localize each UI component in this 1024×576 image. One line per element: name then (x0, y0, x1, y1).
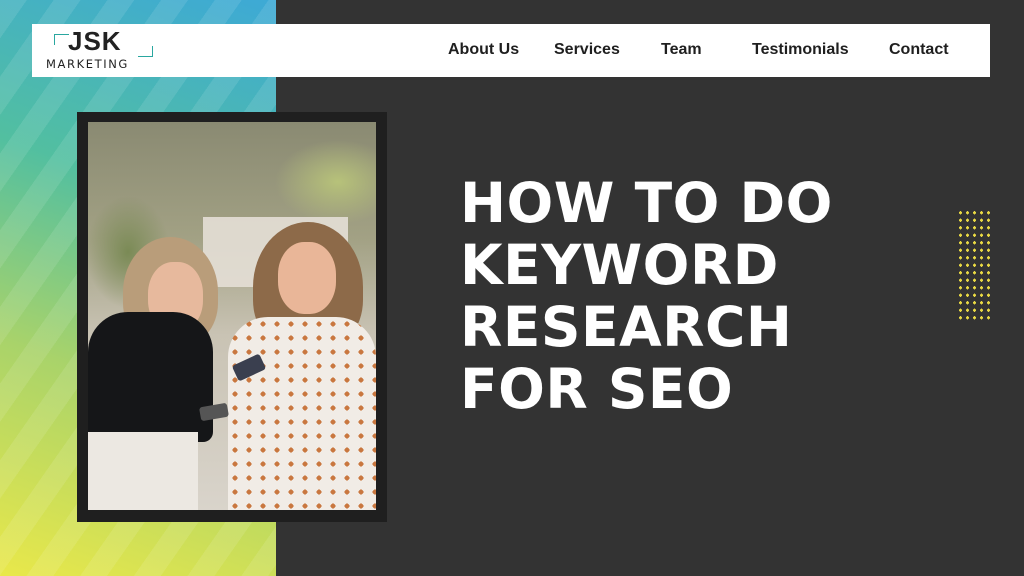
headline-line-1: HOW TO DO (460, 171, 833, 235)
nav-about-us[interactable]: About Us (448, 41, 519, 59)
hero-photo-two-women-with-phones (88, 122, 376, 510)
hero-headline: HOW TO DO KEYWORD RESEARCH FOR SEO (460, 172, 880, 420)
nav-testimonials[interactable]: Testimonials (752, 41, 849, 59)
nav-services[interactable]: Services (554, 41, 620, 59)
photo-person-right-face (278, 242, 336, 314)
top-navigation-bar: JSK MARKETING About Us Services Team Tes… (32, 24, 990, 77)
photo-person-right-dress (228, 317, 376, 510)
headline-line-4: FOR SEO (460, 357, 734, 421)
nav-contact[interactable]: Contact (889, 41, 949, 59)
nav-team[interactable]: Team (661, 41, 702, 59)
headline-line-2: KEYWORD (460, 233, 779, 297)
nav-links: About Us Services Team Testimonials Cont… (32, 24, 990, 77)
headline-line-3: RESEARCH (460, 295, 793, 359)
photo-person-left-pants (88, 432, 198, 510)
decorative-dot-grid (957, 209, 993, 321)
photo-person-left-shirt (88, 312, 213, 442)
